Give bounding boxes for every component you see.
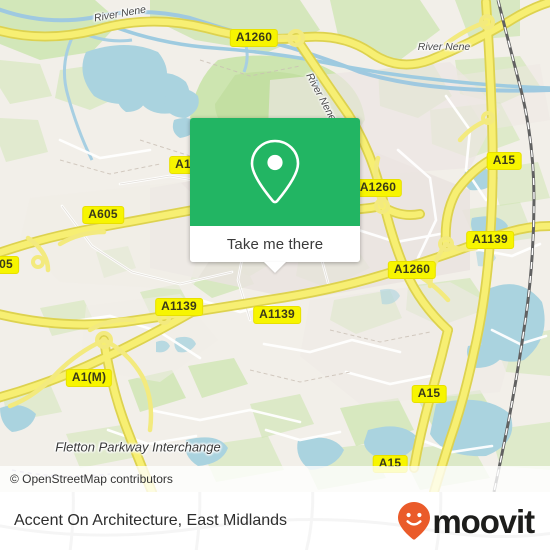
footer-bar: Accent On Architecture, East Midlands mo… — [0, 492, 550, 550]
road-shield: 05 — [0, 256, 19, 274]
map-attribution-bar: © OpenStreetMap contributors — [0, 466, 550, 492]
page-title: Accent On Architecture, East Midlands — [14, 512, 288, 529]
moovit-smiley-pin-icon — [398, 502, 431, 540]
popup-tail-pointer — [264, 262, 286, 273]
road-shield: A1260 — [229, 29, 279, 47]
moovit-logo[interactable]: moovit — [397, 501, 550, 541]
map-screenshot-root: A1260 A1260 A1260 A605 05 A1139 A1139 A1… — [0, 0, 550, 550]
road-shield: A1260 — [353, 179, 403, 197]
road-shield: A1139 — [466, 231, 514, 249]
road-shield: A1139 — [253, 306, 301, 324]
road-shield: A1139 — [155, 298, 203, 316]
map-pin-icon — [250, 139, 300, 204]
map-label-river-nene: River Nene — [417, 41, 471, 53]
road-shield: A1260 — [387, 261, 437, 279]
map-canvas[interactable]: A1260 A1260 A1260 A605 05 A1139 A1139 A1… — [0, 0, 550, 492]
take-me-there-label: Take me there — [226, 235, 324, 253]
openstreetmap-attribution[interactable]: © OpenStreetMap contributors — [0, 472, 173, 486]
popup-action-panel[interactable]: Take me there — [190, 226, 360, 273]
popup-icon-panel — [190, 118, 360, 226]
location-popup-card[interactable]: Take me there — [190, 118, 360, 273]
road-shield: A15 — [486, 152, 522, 170]
moovit-wordmark: moovit — [432, 502, 535, 540]
map-label-fletton-parkway-interchange: Fletton Parkway Interchange — [55, 439, 221, 455]
road-shield: A15 — [411, 385, 447, 403]
road-shield: A605 — [82, 206, 124, 224]
road-shield: A1(M) — [65, 369, 113, 387]
